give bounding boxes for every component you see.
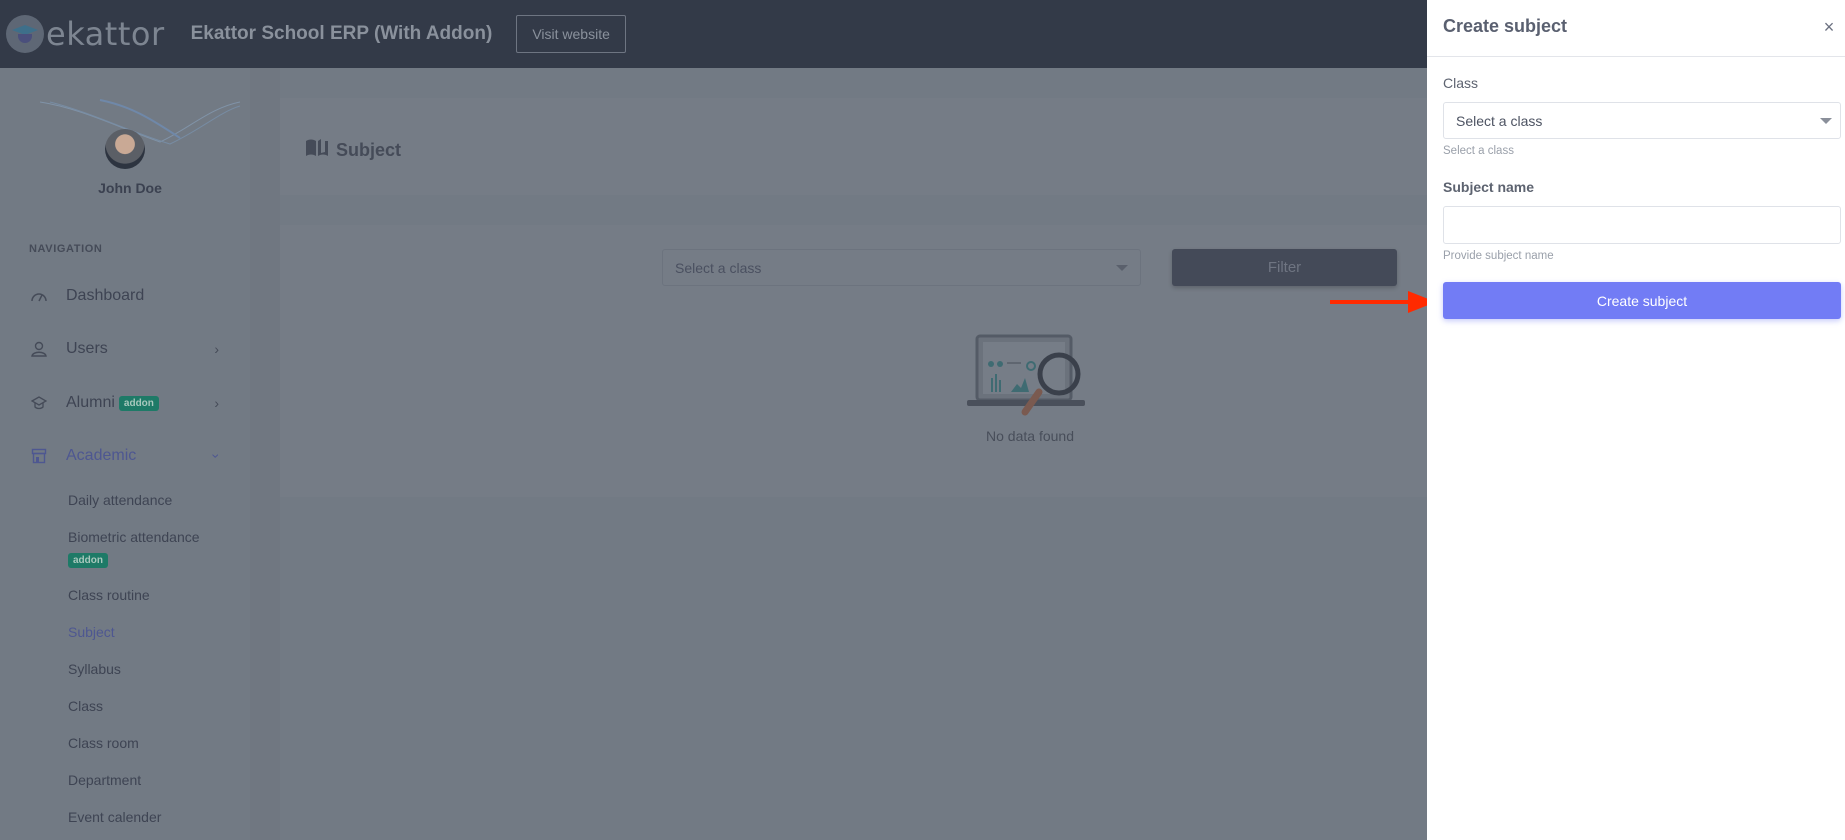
sidebar-item-dashboard[interactable]: Dashboard [29, 281, 219, 311]
sidebar-item-label: Dashboard [66, 287, 145, 304]
user-icon [29, 340, 49, 358]
close-icon[interactable]: × [1819, 17, 1839, 37]
sidebar-item-label: Academic [66, 447, 137, 464]
empty-state-text: No data found [986, 428, 1074, 444]
page-title-text: Subject [336, 140, 402, 160]
page-title: Subject [305, 138, 401, 163]
annotation-arrow-icon [1330, 291, 1436, 313]
filter-button[interactable]: Filter [1172, 249, 1397, 286]
panel-divider [1427, 56, 1845, 57]
class-select-value: Select a class [1456, 112, 1543, 129]
caret-down-icon [1820, 118, 1832, 124]
building-icon [29, 447, 49, 465]
graduation-cap-icon [29, 394, 49, 412]
chevron-right-icon: › [214, 395, 219, 411]
class-filter-select-value: Select a class [675, 259, 762, 276]
nav-heading: NAVIGATION [29, 243, 103, 255]
dashboard-gauge-icon [29, 287, 49, 305]
profile-name: John Doe [98, 180, 162, 196]
class-filter-select[interactable]: Select a class [662, 249, 1141, 286]
sidebar-item-academic[interactable]: Academic › [29, 441, 225, 471]
sidebar-subitem-event-calender[interactable]: Event calender [68, 809, 161, 825]
chevron-right-icon: › [214, 341, 219, 357]
class-help-text: Select a class [1443, 145, 1514, 157]
caret-down-icon [1116, 265, 1128, 271]
subject-name-input[interactable] [1443, 206, 1841, 244]
book-open-icon [305, 138, 329, 163]
addon-badge: addon [68, 553, 108, 568]
subject-name-label: Subject name [1443, 179, 1535, 195]
visit-website-button[interactable]: Visit website [516, 15, 626, 53]
sidebar-item-label: Alumni [66, 394, 115, 411]
page-header-card [280, 98, 1430, 195]
sidebar-subitem-syllabus[interactable]: Syllabus [68, 661, 121, 677]
logo[interactable]: ekattor [6, 15, 165, 53]
addon-badge: addon [118, 395, 159, 411]
graduation-cap-logo-icon [6, 15, 44, 53]
sidebar-subitem-daily-attendance[interactable]: Daily attendance [68, 492, 172, 508]
sidebar-subitem-subject[interactable]: Subject [68, 624, 115, 640]
no-data-illustration-icon [967, 334, 1085, 416]
sidebar-subitem-biometric-attendance[interactable]: Biometric attendance [68, 529, 200, 545]
sidebar-subitem-class-routine[interactable]: Class routine [68, 587, 150, 603]
class-label: Class [1443, 75, 1479, 91]
sidebar-subitem-class[interactable]: Class [68, 698, 103, 714]
avatar[interactable] [105, 129, 145, 169]
sidebar-item-alumni[interactable]: Alumni addon › [29, 388, 219, 418]
sidebar-subitem-class-room[interactable]: Class room [68, 735, 139, 751]
sidebar-item-users[interactable]: Users › [29, 334, 219, 364]
app-title: Ekattor School ERP (With Addon) [190, 23, 493, 44]
create-subject-button[interactable]: Create subject [1443, 282, 1841, 319]
subject-name-help-text: Provide subject name [1443, 250, 1554, 262]
logo-text: ekattor [46, 15, 165, 53]
sidebar-item-label: Users [66, 340, 108, 357]
class-select[interactable]: Select a class [1443, 102, 1841, 139]
sidebar-subitem-department[interactable]: Department [68, 772, 141, 788]
chevron-down-icon: › [208, 453, 225, 459]
panel-title: Create subject [1443, 16, 1568, 36]
create-subject-panel: Create subject × Class Select a class Se… [1427, 0, 1845, 840]
